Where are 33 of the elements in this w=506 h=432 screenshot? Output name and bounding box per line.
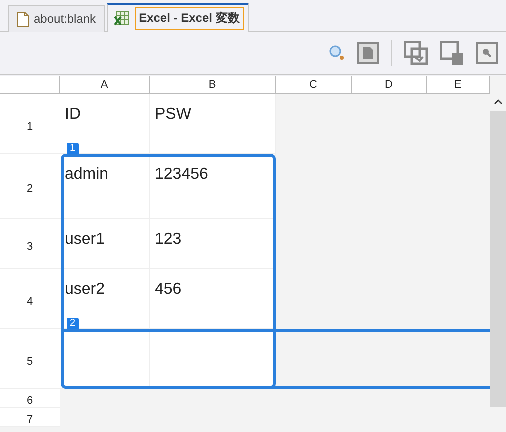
row-header[interactable]: 1	[0, 94, 60, 154]
table-cell: PSW	[150, 94, 276, 154]
header-corner	[0, 76, 60, 94]
window-trash-icon[interactable]	[440, 41, 464, 65]
row-header[interactable]: 4	[0, 269, 60, 329]
search-icon[interactable]	[329, 45, 345, 61]
spreadsheet-icon	[114, 11, 130, 26]
row-header[interactable]: 7	[0, 408, 60, 427]
row-header[interactable]: 5	[0, 329, 60, 389]
row-header[interactable]: 6	[0, 389, 60, 408]
column-header[interactable]: E	[427, 76, 490, 94]
row-header[interactable]: 3	[0, 219, 60, 269]
page-icon	[17, 12, 29, 26]
column-header[interactable]: C	[276, 76, 352, 94]
scroll-thumb[interactable]	[490, 111, 506, 407]
scroll-up-icon[interactable]	[494, 99, 502, 105]
column-header[interactable]: B	[150, 76, 276, 94]
table-cell: 123456	[150, 154, 276, 219]
row-header[interactable]: 2	[0, 154, 60, 219]
selection-number: 1	[67, 143, 79, 154]
scrollbar[interactable]	[490, 76, 506, 432]
window-search-icon[interactable]	[476, 42, 498, 64]
table-cell: 123	[150, 219, 276, 269]
windows-icon[interactable]	[404, 41, 428, 65]
table-cell: admin	[60, 154, 150, 219]
selection-number: 2	[67, 318, 79, 329]
table-cell: 456	[150, 269, 276, 329]
browser-tab[interactable]: about:blank	[8, 5, 106, 32]
table-cell: user1	[60, 219, 150, 269]
browser-tab[interactable]: Excel - Excel 変数	[107, 3, 249, 32]
document-icon[interactable]	[357, 42, 379, 64]
column-header[interactable]: D	[352, 76, 427, 94]
column-header[interactable]: A	[60, 76, 150, 94]
